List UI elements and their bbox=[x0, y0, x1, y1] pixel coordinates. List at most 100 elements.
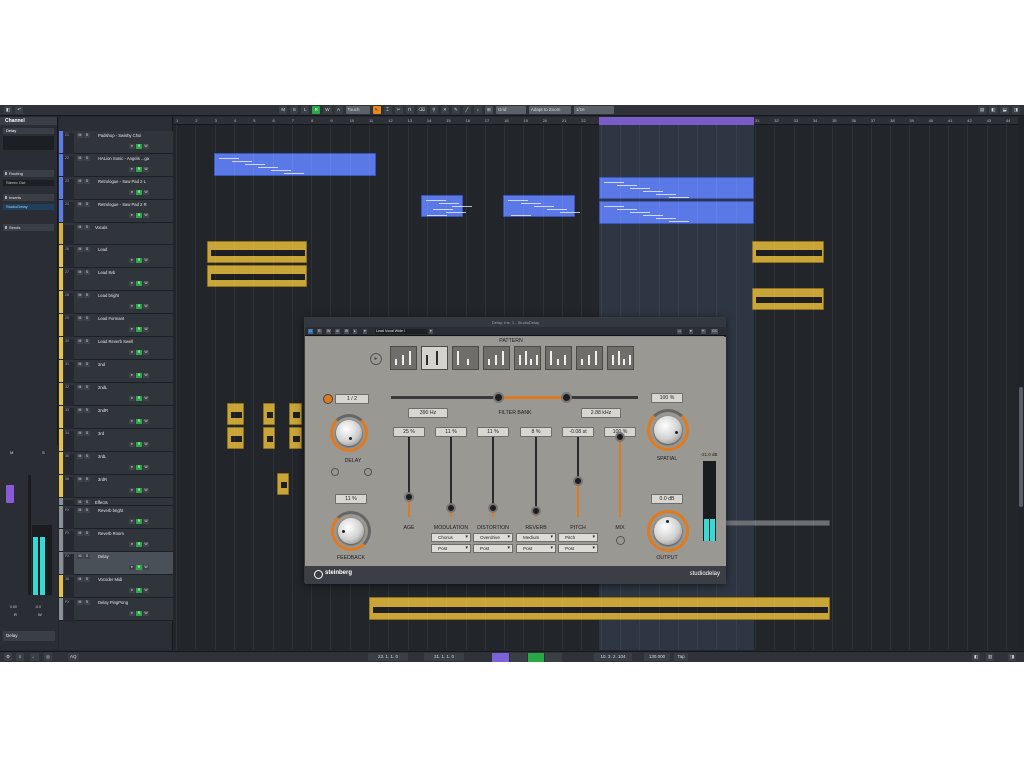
track-edit-button[interactable]: e bbox=[129, 213, 135, 218]
track-edit-button[interactable]: e bbox=[129, 419, 135, 424]
track-edit-button[interactable]: e bbox=[129, 304, 135, 309]
track-write-button[interactable]: W bbox=[143, 396, 149, 401]
track-solo-button[interactable]: S bbox=[84, 293, 90, 298]
asio-guard-indicator[interactable]: AQ bbox=[68, 653, 79, 661]
track-write-button[interactable]: W bbox=[143, 373, 149, 378]
track-row[interactable]: 21 M S Padshop - Swishy Choi e R W bbox=[59, 131, 173, 155]
vertical-scrollbar[interactable] bbox=[1018, 117, 1024, 650]
track-solo-button[interactable]: S bbox=[84, 477, 90, 482]
track-name[interactable]: Vocals bbox=[95, 225, 107, 230]
plugin-settings-icon[interactable]: ⚙ bbox=[344, 329, 350, 334]
inspector-section-routing[interactable]: Routing bbox=[3, 170, 54, 177]
track-edit-button[interactable]: e bbox=[129, 144, 135, 149]
track-read-button[interactable]: R bbox=[136, 565, 142, 570]
track-write-button[interactable]: W bbox=[143, 281, 149, 286]
inspector-picture-slot[interactable] bbox=[3, 136, 54, 150]
plugin-power-icon[interactable]: ⏻ bbox=[308, 329, 313, 334]
track-read-button[interactable]: R bbox=[136, 588, 142, 593]
left-zone-icon[interactable]: ◧ bbox=[989, 106, 998, 114]
delay-lock-icon[interactable] bbox=[331, 468, 339, 476]
plugin-write-button[interactable]: W bbox=[326, 329, 332, 334]
track-solo-button[interactable]: S bbox=[84, 247, 90, 252]
mix-lock-icon[interactable] bbox=[616, 536, 625, 545]
track-write-button[interactable]: W bbox=[143, 167, 149, 172]
zoom-tool-icon[interactable]: ⚲ bbox=[429, 106, 438, 114]
track-solo-button[interactable]: S bbox=[84, 431, 90, 436]
track-row[interactable]: 24 M S Retrologue - Saw Pad 2 R eRW bbox=[59, 200, 173, 224]
transport-mixer-icon[interactable]: ≡ bbox=[16, 653, 24, 661]
strip-read-button[interactable]: R bbox=[14, 612, 17, 617]
range-tool-icon[interactable]: ⌶ bbox=[383, 106, 392, 114]
plugin-view-icon[interactable]: ▭ bbox=[677, 329, 683, 334]
track-read-button[interactable]: R bbox=[136, 465, 142, 470]
filter-low-value[interactable]: 390 Hz bbox=[408, 408, 448, 418]
track-mute-button[interactable]: M bbox=[77, 508, 83, 513]
track-name[interactable]: 3rdL bbox=[98, 454, 106, 459]
cycle-button[interactable] bbox=[492, 653, 509, 662]
feedback-knob[interactable] bbox=[338, 518, 364, 544]
status-b-icon[interactable]: ▥ bbox=[986, 653, 995, 661]
track-row[interactable]: M S Effects bbox=[59, 498, 173, 507]
pattern-button[interactable] bbox=[452, 346, 479, 370]
tap-tempo-button[interactable]: Tap bbox=[674, 653, 688, 661]
track-row[interactable]: FX M S Delay PingPong e R W bbox=[59, 598, 173, 622]
track-edit-button[interactable]: e bbox=[129, 350, 135, 355]
midi-event[interactable] bbox=[214, 153, 376, 176]
plugin-arrow2-icon[interactable]: ▾ bbox=[363, 329, 367, 334]
track-read-button[interactable]: R bbox=[136, 350, 142, 355]
volume-fader-track[interactable] bbox=[28, 475, 31, 595]
strip-mute-label[interactable]: M bbox=[10, 450, 13, 455]
track-name[interactable]: Lead bright bbox=[98, 293, 119, 298]
track-name[interactable]: Lead bbox=[98, 247, 107, 252]
track-mute-button[interactable]: M bbox=[77, 531, 83, 536]
track-write-button[interactable]: W bbox=[143, 350, 149, 355]
track-write-button[interactable]: W bbox=[143, 144, 149, 149]
line-tool-icon[interactable]: ╱ bbox=[462, 106, 471, 114]
strip-solo-label[interactable]: S bbox=[42, 450, 45, 455]
track-mute-button[interactable]: M bbox=[77, 362, 83, 367]
track-row[interactable]: 34 M S 3rd e R W bbox=[59, 429, 173, 453]
fx-slider-track[interactable] bbox=[446, 437, 456, 517]
track-name[interactable]: Delay PingPong bbox=[98, 600, 128, 605]
track-row[interactable]: 23 M S Retrologue - Saw Pad 2 L eRW bbox=[59, 177, 173, 201]
delay-knob[interactable] bbox=[336, 420, 362, 446]
strip-pan-value[interactable]: 0.00 bbox=[10, 605, 17, 609]
track-write-button[interactable]: W bbox=[143, 465, 149, 470]
fx-slider-handle[interactable] bbox=[531, 505, 541, 516]
track-mute-button[interactable]: M bbox=[77, 600, 83, 605]
filter-high-value[interactable]: 2.88 kHz bbox=[581, 408, 621, 418]
track-edit-button[interactable]: e bbox=[129, 542, 135, 547]
track-row[interactable]: 29 M S Lead Formant e R W bbox=[59, 314, 173, 338]
cycle-range-marker[interactable] bbox=[599, 117, 754, 125]
track-read-button[interactable]: R bbox=[136, 190, 142, 195]
right-zone-icon[interactable]: ◨ bbox=[1011, 106, 1020, 114]
track-edit-button[interactable]: e bbox=[129, 167, 135, 172]
plugin-arrow-icon[interactable]: ▸ bbox=[353, 329, 357, 334]
track-read-button[interactable]: R bbox=[136, 611, 142, 616]
midi-event[interactable] bbox=[599, 177, 754, 199]
audio-event[interactable] bbox=[277, 473, 289, 495]
grid-type-select[interactable]: Grid bbox=[495, 106, 526, 114]
track-solo-button[interactable]: S bbox=[84, 133, 90, 138]
fx-type-select[interactable]: Pitch bbox=[558, 533, 598, 542]
track-read-button[interactable]: R bbox=[136, 488, 142, 493]
track-solo-button[interactable]: S bbox=[84, 577, 90, 582]
track-row[interactable]: 33 M S 2ndR e R W bbox=[59, 406, 173, 430]
automation-mode-select[interactable]: Touch bbox=[345, 106, 370, 114]
track-name[interactable]: Effects bbox=[95, 500, 108, 505]
feedback-value[interactable]: 11 % bbox=[335, 494, 367, 504]
track-name[interactable]: Vocoder Midi bbox=[98, 577, 122, 582]
filter-high-handle[interactable] bbox=[561, 392, 572, 403]
fx-slider-handle[interactable] bbox=[488, 503, 498, 514]
track-write-button[interactable]: W bbox=[143, 190, 149, 195]
track-write-button[interactable]: W bbox=[143, 611, 149, 616]
track-write-button[interactable]: W bbox=[143, 327, 149, 332]
track-edit-button[interactable]: e bbox=[129, 396, 135, 401]
track-mute-button[interactable]: M bbox=[77, 431, 83, 436]
track-mute-button[interactable]: M bbox=[77, 385, 83, 390]
track-edit-button[interactable]: e bbox=[129, 373, 135, 378]
track-mute-button[interactable]: M bbox=[77, 500, 83, 505]
track-row[interactable]: FX M S Reverb bright e R W bbox=[59, 506, 173, 530]
filter-low-handle[interactable] bbox=[493, 392, 504, 403]
track-row[interactable]: 27 M S Lead 8vb e R W bbox=[59, 268, 173, 292]
